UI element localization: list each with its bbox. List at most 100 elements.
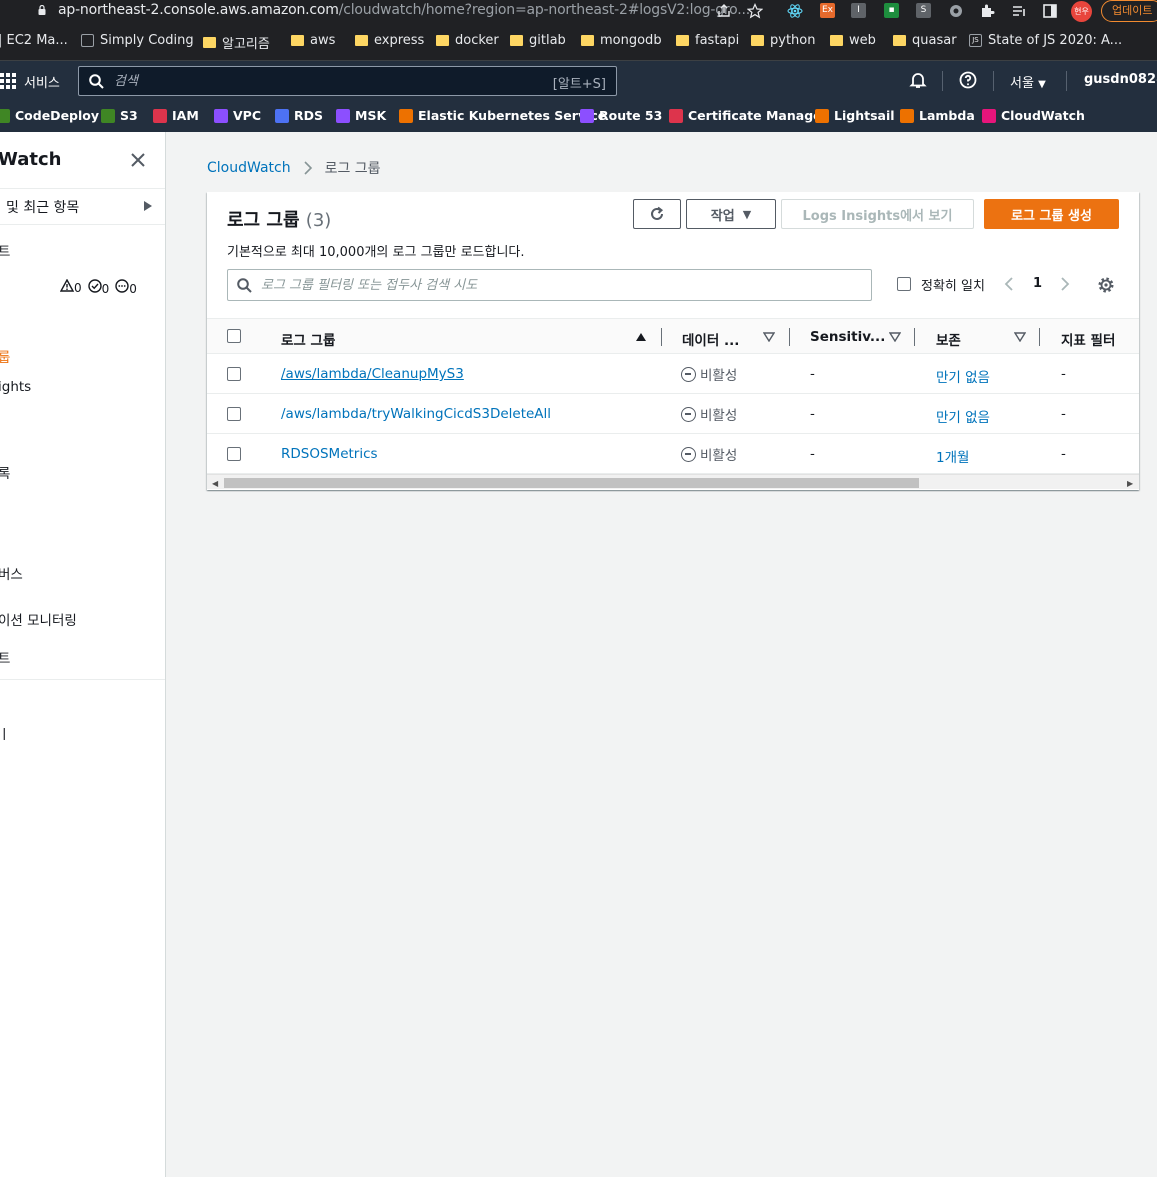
settings-gear-icon[interactable]	[1097, 276, 1115, 294]
favorite-lambda[interactable]: Lambda	[900, 108, 975, 123]
help-icon[interactable]	[959, 71, 977, 89]
bookmark-item[interactable]: Simply Coding	[81, 33, 194, 48]
sidebar-recent-toggle[interactable]: 및 최근 항목	[6, 197, 79, 217]
extension-icon-ex[interactable]: Ex	[820, 3, 835, 18]
share-icon[interactable]	[716, 3, 732, 19]
bookmark-folder[interactable]: mongodb	[581, 33, 662, 48]
sidebar-item[interactable]: ㅣ	[0, 723, 10, 743]
column-header-log-group[interactable]: 로그 그룹	[281, 329, 335, 349]
log-group-link[interactable]: /aws/lambda/CleanupMyS3	[281, 366, 464, 382]
scroll-left-icon[interactable]: ◀	[212, 479, 218, 488]
favorite-vpc[interactable]: VPC	[214, 108, 261, 123]
close-icon[interactable]	[130, 152, 146, 168]
favorite-certificate-manager[interactable]: Certificate Manager	[669, 108, 828, 123]
bookmark-folder[interactable]: python	[751, 33, 815, 48]
next-page-icon[interactable]	[1060, 276, 1070, 292]
actions-dropdown-button[interactable]: 작업 ▼	[686, 199, 776, 229]
favorite-msk[interactable]: MSK	[336, 108, 386, 123]
extension-icon-flag[interactable]: ▪	[884, 3, 899, 18]
table-row[interactable]: /aws/lambda/CleanupMyS3 비활성 - 만기 없음 -	[207, 354, 1139, 394]
sort-icon[interactable]	[889, 332, 901, 342]
bookmark-folder[interactable]: 알고리즘	[203, 33, 270, 52]
select-all-checkbox[interactable]	[227, 329, 241, 343]
sort-icon[interactable]	[763, 332, 775, 342]
notifications-bell-icon[interactable]	[909, 71, 927, 89]
view-in-logs-insights-button[interactable]: Logs Insights에서 보기	[781, 199, 974, 229]
bookmark-folder[interactable]: gitlab	[510, 33, 566, 48]
refresh-button[interactable]	[633, 199, 681, 229]
bookmark-folder[interactable]: docker	[436, 33, 499, 48]
extension-icon-gear[interactable]	[948, 3, 964, 19]
sort-icon[interactable]	[1014, 332, 1026, 342]
sidebar-item-application-monitoring[interactable]: 이션 모니터링	[0, 609, 77, 629]
bookmark-folder[interactable]: fastapi	[676, 33, 739, 48]
browser-url-bar[interactable]: ap-northeast-2.console.aws.amazon.com/cl…	[0, 0, 1157, 22]
region-selector[interactable]: 서울 ▼	[1010, 72, 1046, 91]
breadcrumb-cloudwatch-link[interactable]: CloudWatch	[207, 160, 291, 176]
retention-link[interactable]: 1개월	[936, 446, 969, 466]
previous-page-icon[interactable]	[1004, 276, 1014, 292]
favorite-s3[interactable]: S3	[101, 108, 138, 123]
services-menu-button[interactable]: 서비스	[24, 72, 60, 91]
table-row[interactable]: /aws/lambda/tryWalkingCicdS3DeleteAll 비활…	[207, 394, 1139, 434]
favorite-cloudwatch[interactable]: CloudWatch	[982, 108, 1085, 123]
extension-icon-s[interactable]: S	[916, 3, 931, 18]
react-devtools-icon[interactable]	[787, 3, 803, 19]
sidebar-item[interactable]: 트	[0, 240, 10, 260]
star-icon[interactable]	[747, 3, 763, 19]
bookmark-folder[interactable]: express	[355, 33, 424, 48]
sidebar-item[interactable]: 트	[0, 647, 10, 667]
horizontal-scrollbar[interactable]: ◀ ▶	[207, 474, 1139, 489]
bookmark-item[interactable]: JS State of JS 2020: A...	[969, 33, 1122, 48]
row-checkbox[interactable]	[227, 407, 241, 421]
column-header-metric-filters[interactable]: 지표 필터	[1061, 329, 1115, 349]
column-header-data-protection[interactable]: 데이터 ...	[682, 329, 739, 349]
exact-match-checkbox[interactable]	[897, 277, 911, 291]
favorite-eks[interactable]: Elastic Kubernetes Service	[399, 108, 606, 123]
table-row[interactable]: RDSOSMetrics 비활성 - 1개월 -	[207, 434, 1139, 474]
favorite-rds[interactable]: RDS	[275, 108, 323, 123]
row-checkbox[interactable]	[227, 447, 241, 461]
retention-link[interactable]: 만기 없음	[936, 366, 990, 386]
column-header-sensitive[interactable]: Sensitiv...	[810, 329, 885, 345]
bookmark-folder[interactable]: quasar	[893, 33, 957, 48]
services-grid-icon[interactable]	[0, 73, 16, 89]
aws-search-input[interactable]	[114, 71, 534, 91]
favorite-codedeploy[interactable]: CodeDeploy	[0, 108, 99, 123]
profile-avatar[interactable]: 현우	[1071, 1, 1092, 22]
sort-ascending-icon[interactable]	[636, 333, 646, 341]
favorite-lightsail[interactable]: Lightsail	[815, 108, 895, 123]
sidebar-item[interactable]: 버스	[0, 563, 23, 583]
scrollbar-thumb[interactable]	[224, 478, 919, 488]
log-group-filter[interactable]	[227, 269, 872, 301]
side-panel-icon[interactable]	[1042, 3, 1058, 19]
log-group-filter-input[interactable]	[261, 275, 861, 295]
alarm-count-ok[interactable]: 0	[87, 279, 109, 296]
row-checkbox[interactable]	[227, 367, 241, 381]
create-log-group-button[interactable]: 로그 그룹 생성	[984, 199, 1119, 229]
extensions-puzzle-icon[interactable]	[979, 3, 995, 19]
page-number[interactable]: 1	[1033, 276, 1042, 291]
scroll-right-icon[interactable]: ▶	[1127, 479, 1133, 488]
alarm-count-insufficient[interactable]: 0	[115, 279, 137, 296]
column-header-retention[interactable]: 보존	[936, 329, 961, 349]
sidebar-item-logs-insights[interactable]: ights	[0, 379, 31, 395]
bookmark-folder[interactable]: web	[830, 33, 876, 48]
sidebar-item[interactable]: 록	[0, 462, 10, 482]
reading-list-icon[interactable]	[1011, 3, 1027, 19]
bookmark-folder[interactable]: aws	[291, 33, 335, 48]
log-group-link[interactable]: RDSOSMetrics	[281, 446, 378, 462]
account-menu[interactable]: gusdn0828	[1084, 72, 1157, 87]
extension-icon-i[interactable]: I	[851, 3, 866, 18]
url-text[interactable]: ap-northeast-2.console.aws.amazon.com/cl…	[58, 2, 750, 18]
favorite-route53[interactable]: Route 53	[580, 108, 662, 123]
alarm-count-in-alarm[interactable]: 0	[59, 278, 82, 296]
sidebar-item-log-groups[interactable]: 룹	[0, 346, 10, 366]
retention-link[interactable]: 만기 없음	[936, 406, 990, 426]
log-group-link[interactable]: /aws/lambda/tryWalkingCicdS3DeleteAll	[281, 406, 551, 422]
browser-update-button[interactable]: 업데이트	[1101, 0, 1157, 22]
aws-search-box[interactable]: [알트+S]	[78, 66, 617, 96]
favorite-iam[interactable]: IAM	[153, 108, 199, 123]
cloudwatch-icon	[982, 108, 996, 123]
bookmark-item[interactable]: | EC2 Ma...	[0, 33, 68, 48]
